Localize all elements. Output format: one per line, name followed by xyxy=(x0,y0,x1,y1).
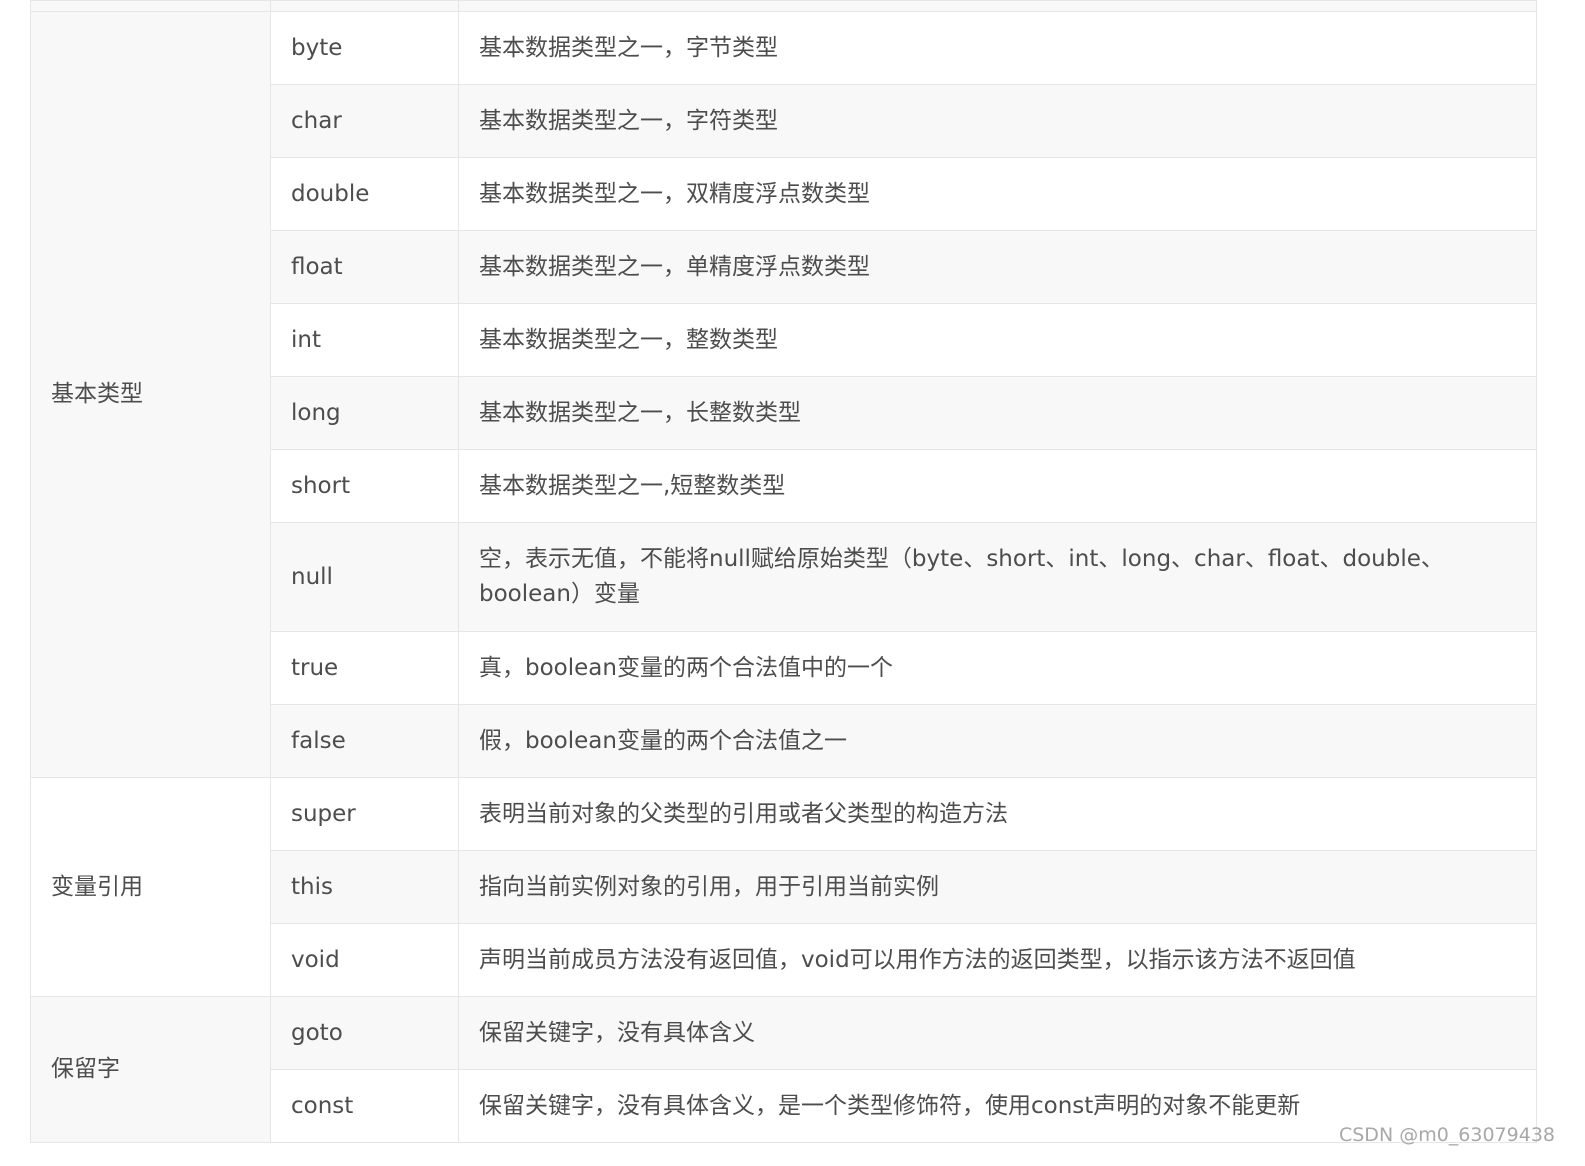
keyword-cell: long xyxy=(270,376,459,450)
keyword-cell: null xyxy=(270,522,459,632)
table-row: 保留字 goto 保留关键字，没有具体含义 xyxy=(30,996,1537,1143)
description-cell: 指向当前实例对象的引用，用于引用当前实例 xyxy=(458,850,1537,924)
keyword-cell: super xyxy=(270,777,459,851)
category-cell: 基本类型 xyxy=(30,11,271,778)
description-cell: 基本数据类型之一，字符类型 xyxy=(458,84,1537,158)
description-cell: 假，boolean变量的两个合法值之一 xyxy=(458,704,1537,778)
keyword-cell: double xyxy=(270,157,459,231)
description-cell: 表明当前对象的父类型的引用或者父类型的构造方法 xyxy=(458,777,1537,851)
description-cell: 基本数据类型之一，长整数类型 xyxy=(458,376,1537,450)
keyword-table-container: 基本类型 byte 基本数据类型之一，字节类型 char 基本数据类型之一，字符… xyxy=(30,0,1537,1143)
description-cell: 基本数据类型之一,短整数类型 xyxy=(458,449,1537,523)
description-cell: 基本数据类型之一，单精度浮点数类型 xyxy=(458,230,1537,304)
keyword-cell: short xyxy=(270,449,459,523)
description-cell: 真，boolean变量的两个合法值中的一个 xyxy=(458,631,1537,705)
table-row: 变量引用 super 表明当前对象的父类型的引用或者父类型的构造方法 xyxy=(30,777,1537,997)
description-cell: 基本数据类型之一，字节类型 xyxy=(458,11,1537,85)
watermark: CSDN @m0_63079438 xyxy=(1338,1124,1555,1146)
description-cell: 保留关键字，没有具体含义 xyxy=(458,996,1537,1070)
description-cell: 基本数据类型之一，整数类型 xyxy=(458,303,1537,377)
keyword-cell: true xyxy=(270,631,459,705)
keyword-cell: int xyxy=(270,303,459,377)
keyword-cell: this xyxy=(270,850,459,924)
category-cell: 保留字 xyxy=(30,996,271,1143)
keyword-cell: byte xyxy=(270,11,459,85)
keyword-cell: float xyxy=(270,230,459,304)
category-cell: 变量引用 xyxy=(30,777,271,997)
table-cell xyxy=(30,0,271,12)
description-cell: 声明当前成员方法没有返回值，void可以用作方法的返回类型，以指示该方法不返回值 xyxy=(458,923,1537,997)
description-cell: 基本数据类型之一，双精度浮点数类型 xyxy=(458,157,1537,231)
keyword-cell: char xyxy=(270,84,459,158)
keyword-cell: const xyxy=(270,1069,459,1143)
keyword-cell: false xyxy=(270,704,459,778)
table-row: 基本类型 byte 基本数据类型之一，字节类型 xyxy=(30,11,1537,778)
description-cell: 空，表示无值，不能将null赋给原始类型（byte、short、int、long… xyxy=(458,522,1537,632)
keyword-table: 基本类型 byte 基本数据类型之一，字节类型 char 基本数据类型之一，字符… xyxy=(30,0,1537,1143)
table-row-cut-off xyxy=(30,0,1537,12)
table-cell xyxy=(270,0,459,12)
keyword-cell: void xyxy=(270,923,459,997)
keyword-cell: goto xyxy=(270,996,459,1070)
table-cell xyxy=(458,0,1537,12)
